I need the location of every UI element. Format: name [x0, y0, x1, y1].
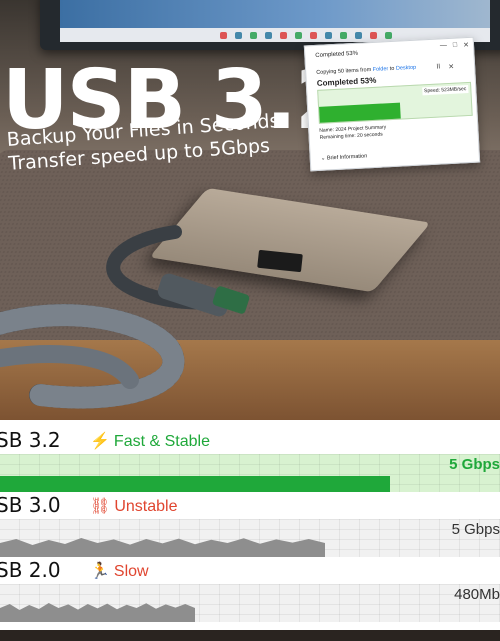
status-badge-label: Unstable — [114, 498, 178, 515]
speed-label: Speed: 523MB/sec — [421, 84, 469, 96]
speed-bar-fill — [0, 538, 325, 557]
maximize-button[interactable]: □ — [453, 42, 458, 50]
speed-bar: 5 Gbps — [0, 519, 500, 557]
speed-value: 5 Gbps — [451, 521, 500, 538]
row-label: SB 2.0 — [0, 558, 61, 582]
cancel-button[interactable]: ✕ — [448, 63, 454, 71]
status-badge: 🏃 Slow — [90, 561, 149, 581]
broken-link-icon: ⛓ — [90, 498, 111, 515]
speed-bar-fill — [0, 603, 195, 622]
progress-fill — [319, 102, 401, 123]
speed-comparison: SB 3.2 ⚡ Fast & Stable 5 Gbps SB 3.0 ⛓ Unstabl… — [0, 420, 500, 630]
source-link[interactable]: Folder — [373, 66, 389, 73]
running-person-icon: 🏃 — [90, 563, 110, 580]
status-badge-label: Fast & Stable — [113, 433, 210, 450]
copying-text: Copying 50 items from Folder to Desktop — [316, 65, 416, 76]
speed-bar: 5 Gbps — [0, 454, 500, 492]
row-label: SB 3.2 — [0, 428, 61, 452]
dialog-title: Completed 53% — [315, 50, 359, 59]
lightning-icon: ⚡ — [90, 433, 110, 450]
copying-prefix: Copying 50 items from — [316, 67, 372, 76]
status-badge: ⚡ Fast & Stable — [90, 431, 210, 451]
window-controls: — □ ✕ — [440, 41, 469, 51]
status-badge-label: Slow — [113, 563, 149, 580]
destination-link[interactable]: Desktop — [396, 65, 416, 72]
speed-bar: 480Mb — [0, 584, 500, 622]
brief-label: Brief Information — [326, 153, 368, 162]
copying-mid: to — [389, 65, 395, 73]
minimize-button[interactable]: — — [440, 42, 447, 50]
brief-information-toggle[interactable]: ⌄ Brief Information — [321, 153, 368, 161]
transfer-controls: II ✕ — [436, 63, 454, 72]
speed-bar-fill — [0, 476, 390, 492]
completed-text: Completed 53% — [316, 75, 377, 88]
copy-progress-dialog: Completed 53% — □ ✕ Copying 50 items fro… — [303, 36, 481, 172]
pause-button[interactable]: II — [436, 63, 440, 71]
status-badge: ⛓ Unstable — [90, 496, 177, 516]
progress-graph: Speed: 523MB/sec — [317, 81, 473, 124]
row-label: SB 3.0 — [0, 493, 61, 517]
speed-value: 5 Gbps — [449, 456, 500, 473]
hero-banner: USB 3.2 Backup Your Files in Seconds Tra… — [0, 0, 500, 420]
bottom-strip — [0, 630, 500, 641]
speed-value: 480Mb — [454, 586, 500, 603]
close-button[interactable]: ✕ — [463, 41, 469, 49]
